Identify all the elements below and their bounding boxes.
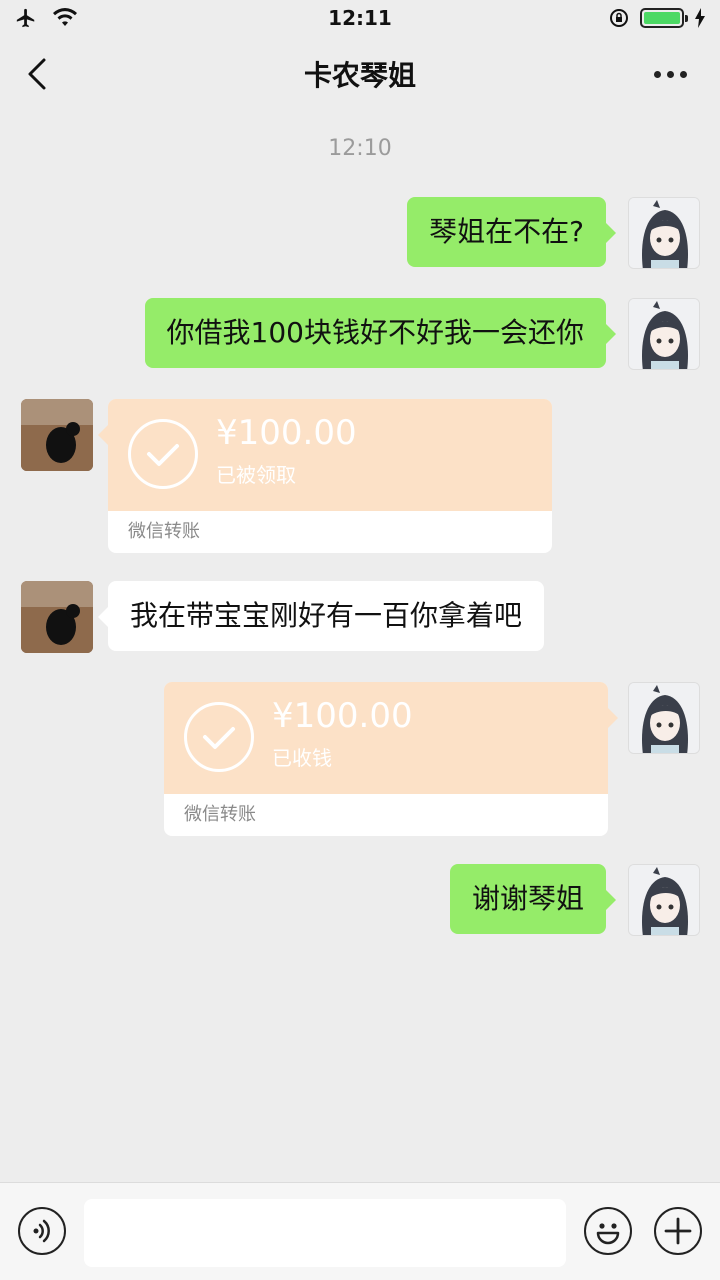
voice-icon[interactable]: [18, 1207, 66, 1255]
message-bubble-other[interactable]: 我在带宝宝刚好有一百你拿着吧: [97, 581, 545, 651]
transfer-amount: ¥100.00: [216, 413, 357, 453]
chat-title: 卡农琴姐: [303, 59, 416, 92]
battery-icon: [640, 8, 688, 28]
my-avatar[interactable]: [628, 864, 700, 936]
my-avatar[interactable]: [628, 298, 700, 370]
transfer-footer: 微信转账: [128, 521, 200, 542]
message-text: 琴姐在不在?: [429, 215, 584, 249]
girl-avatar-icon: [629, 865, 699, 935]
chat-header: 卡农琴姐: [0, 36, 720, 112]
girl-avatar-icon: [629, 198, 699, 268]
more-dots-icon[interactable]: [654, 62, 694, 86]
transfer-status: 已被领取: [216, 463, 296, 487]
contact-avatar[interactable]: [21, 581, 93, 653]
contact-avatar[interactable]: [21, 399, 93, 471]
transfer-card-top: ¥100.00 已被领取: [108, 399, 552, 511]
girl-avatar-icon: [629, 683, 699, 753]
message-text: 谢谢琴姐: [471, 882, 584, 916]
transfer-card-received[interactable]: ¥100.00 已被领取 微信转账: [98, 399, 552, 553]
my-avatar[interactable]: [628, 197, 700, 269]
message-text: 你借我100块钱好不好我一会还你: [166, 316, 584, 350]
input-bar: [0, 1182, 720, 1280]
transfer-amount: ¥100.00: [272, 696, 413, 736]
transfer-footer: 微信转账: [184, 804, 256, 825]
status-time: 12:11: [328, 6, 392, 30]
timestamp: 12:10: [328, 136, 392, 161]
message-bubble-mine[interactable]: 琴姐在不在?: [407, 197, 616, 267]
battery-fill: [644, 12, 680, 24]
check-circle-icon: [184, 702, 254, 772]
dog-photo-icon: [21, 399, 93, 471]
message-input[interactable]: [84, 1199, 566, 1267]
chevron-left-icon[interactable]: [22, 54, 58, 94]
message-text: 我在带宝宝刚好有一百你拿着吧: [130, 599, 523, 633]
transfer-card-top: ¥100.00 已收钱: [164, 682, 608, 794]
transfer-card-sent[interactable]: ¥100.00 已收钱 微信转账: [164, 682, 618, 836]
chat-area[interactable]: 12:10 琴姐在不在? 你借我100块钱好不好我一会还你 ¥100.00 已被…: [0, 112, 720, 1182]
message-bubble-mine[interactable]: 谢谢琴姐: [449, 864, 617, 934]
girl-avatar-icon: [629, 299, 699, 369]
transfer-status: 已收钱: [272, 746, 332, 770]
dot: [680, 70, 687, 78]
dog-photo-icon: [21, 581, 93, 653]
plus-circle-icon[interactable]: [654, 1207, 702, 1255]
dot: [667, 70, 674, 78]
emoji-icon[interactable]: [584, 1207, 632, 1255]
check-circle-icon: [128, 419, 198, 489]
message-bubble-mine[interactable]: 你借我100块钱好不好我一会还你: [144, 298, 617, 368]
status-bar: 12:11: [0, 0, 720, 36]
my-avatar[interactable]: [628, 682, 700, 754]
dot: [654, 70, 661, 78]
